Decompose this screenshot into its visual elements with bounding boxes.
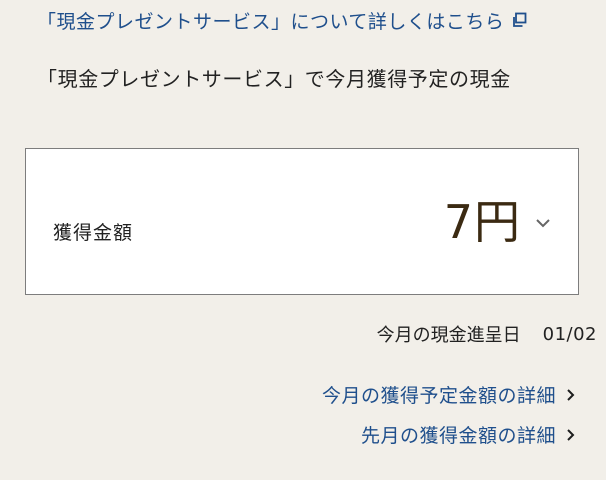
last-month-detail-link-label: 先月の獲得金額の詳細: [360, 425, 556, 447]
this-month-detail-link-label: 今月の獲得予定金額の詳細: [321, 385, 556, 407]
earned-amount-card[interactable]: 獲得金額 7円: [25, 148, 579, 295]
page-headline: 「現金プレゼントサービス」で今月獲得予定の現金: [37, 67, 511, 91]
last-month-detail-link[interactable]: 先月の獲得金額の詳細: [361, 421, 575, 448]
earned-amount-value: 7円: [443, 195, 521, 249]
external-link-icon: [513, 12, 527, 27]
payout-date-value: 01/02: [542, 323, 597, 345]
payout-date-row: 今月の現金進呈日 01/02: [377, 321, 597, 347]
chevron-right-icon: [567, 388, 575, 401]
earned-amount-label: 獲得金額: [53, 222, 134, 244]
cash-present-info-link-label: 「現金プレゼントサービス」について詳しくはこちら: [37, 10, 505, 33]
chevron-down-icon: [536, 219, 550, 228]
payout-date-label: 今月の現金進呈日: [376, 325, 521, 346]
this-month-detail-link[interactable]: 今月の獲得予定金額の詳細: [322, 381, 575, 408]
cash-present-info-link[interactable]: 「現金プレゼントサービス」について詳しくはこちら: [37, 6, 527, 34]
chevron-right-icon: [567, 428, 575, 441]
